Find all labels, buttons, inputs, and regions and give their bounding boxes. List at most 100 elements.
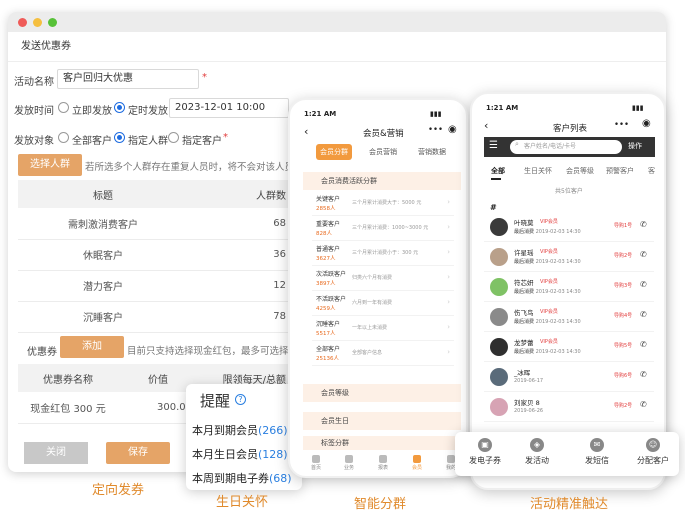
- user-icon: ☺: [646, 438, 660, 452]
- search-icon: ⌕: [515, 140, 519, 148]
- phone-icon: ✆: [640, 310, 647, 319]
- list-item[interactable]: 次活跃客户 3897人 归类六个月有消费 ›: [312, 267, 454, 291]
- tab-business[interactable]: 业务: [339, 455, 359, 471]
- target-specific-radio[interactable]: [168, 132, 179, 143]
- list-item[interactable]: 关键客户 2858人 三个月累计消费大于：5000 元 ›: [312, 192, 454, 216]
- list-item[interactable]: 普通客户 3627人 三个月累计消费小于：300 元 ›: [312, 242, 454, 266]
- avatar: [490, 398, 508, 416]
- tab-home[interactable]: 首页: [306, 455, 326, 471]
- remind-item[interactable]: 本周到期电子券(68): [192, 470, 292, 486]
- chevron-right-icon: ›: [447, 298, 450, 306]
- remind-item[interactable]: 本月到期会员(266): [192, 422, 288, 438]
- segment-marketing-data[interactable]: 营销数据: [412, 144, 452, 160]
- customer-row[interactable]: 伤飞鸟 VIP会员 最后消费 2019-02-03 14:30 导购4号 ✆: [484, 304, 654, 332]
- tab-members[interactable]: 会员: [407, 455, 427, 471]
- phone-icon: ✆: [640, 280, 647, 289]
- save-button[interactable]: 保存: [106, 442, 170, 464]
- table-row[interactable]: 潜力客户 12: [18, 270, 290, 302]
- assign-customer-action[interactable]: ☺ 分配客户: [629, 438, 677, 466]
- caption-birthday-care: 生日关怀: [216, 495, 269, 510]
- menu-icon[interactable]: ☰: [489, 140, 498, 151]
- send-now-label: 立即发放: [72, 106, 112, 117]
- minimize-dot-icon[interactable]: [33, 18, 42, 27]
- tab-birthday[interactable]: 生日关怀: [524, 166, 552, 176]
- target-specific-label: 指定客户: [182, 136, 222, 147]
- send-scheduled-radio[interactable]: [114, 102, 125, 113]
- tab-level[interactable]: 会员等级: [566, 166, 594, 176]
- phone-icon: ✆: [640, 400, 647, 409]
- customer-row[interactable]: 龙梦蕾 VIP会员 最后消费 2019-02-03 14:30 导购5号 ✆: [484, 334, 654, 362]
- operate-menu[interactable]: 操作: [628, 141, 642, 151]
- target-group-label: 指定人群: [128, 136, 168, 147]
- send-now-radio[interactable]: [58, 102, 69, 113]
- table-row[interactable]: 休眠客户 36: [18, 239, 290, 271]
- activity-name-input[interactable]: 客户回归大优惠: [57, 69, 199, 89]
- tab-all[interactable]: 全部: [491, 166, 505, 176]
- customer-row[interactable]: _冰晖 2019-06-17 导购6号 ✆: [484, 364, 654, 392]
- close-button[interactable]: 关闭: [24, 442, 88, 464]
- tab-more[interactable]: 客: [648, 166, 655, 176]
- remind-title: 提醒: [200, 392, 231, 410]
- tab-warning[interactable]: 预警客户: [606, 166, 634, 176]
- page-title: 会员&营销: [363, 129, 404, 139]
- customer-row[interactable]: 叶晓莫 VIP会员 最后消费 2019-02-03 14:30 导购1号 ✆: [484, 214, 654, 242]
- send-activity-action[interactable]: ◈ 发活动: [513, 438, 561, 466]
- table-row[interactable]: 需刺激消费客户 68: [18, 208, 290, 240]
- send-sms-action[interactable]: ✉ 发短信: [573, 438, 621, 466]
- more-icon[interactable]: •••: [614, 120, 629, 130]
- remind-item[interactable]: 本月生日会员(128): [192, 446, 288, 462]
- caption-smart-grouping: 智能分群: [354, 497, 407, 512]
- send-coupon-action[interactable]: ▣ 发电子券: [461, 438, 509, 466]
- target-group-radio[interactable]: [114, 132, 125, 143]
- back-icon[interactable]: ‹: [304, 125, 308, 138]
- remind-popup: 提醒 ? 本月到期会员(266) 本月生日会员(128) 本周到期电子券(68): [186, 384, 302, 490]
- list-item[interactable]: 全部客户 25136人 全部客户信息 ›: [312, 342, 454, 366]
- table-cell: 沉睡客户: [18, 301, 188, 333]
- page-title: 客户列表: [553, 124, 588, 134]
- back-icon[interactable]: ‹: [484, 119, 488, 132]
- chevron-right-icon: ›: [447, 198, 450, 206]
- send-time-label: 发放时间: [14, 106, 54, 117]
- segment-member-marketing[interactable]: 会员营销: [365, 144, 401, 160]
- maximize-dot-icon[interactable]: [48, 18, 57, 27]
- send-datetime-input[interactable]: 2023-12-01 10:00: [169, 98, 289, 118]
- table-cell: 需刺激消费客户: [18, 208, 188, 240]
- table-cell: 休眠客户: [18, 239, 188, 271]
- group-hint: 若所选多个人群存在重复人员时，将不会对该人员: [85, 162, 295, 173]
- send-target-label: 发放对象: [14, 136, 54, 147]
- target-icon[interactable]: ◉: [642, 118, 651, 129]
- close-dot-icon[interactable]: [18, 18, 27, 27]
- required-mark: *: [223, 132, 228, 143]
- coupon-label: 优惠券: [27, 347, 57, 358]
- help-icon[interactable]: ?: [235, 394, 246, 405]
- section-member-birthday[interactable]: 会员生日: [303, 412, 461, 430]
- caption-targeted-coupon: 定向发券: [92, 483, 145, 498]
- avatar: [490, 338, 508, 356]
- tab-reports[interactable]: 报表: [373, 455, 393, 471]
- table-cell: 潜力客户: [18, 270, 188, 302]
- add-coupon-button[interactable]: 添加: [60, 336, 124, 358]
- customer-row[interactable]: 刘家贝 8 2019-06-26 导购2号 ✆: [484, 394, 654, 422]
- target-all-radio[interactable]: [58, 132, 69, 143]
- chevron-right-icon: ›: [447, 248, 450, 256]
- table-cell: 78: [188, 301, 290, 333]
- more-icon[interactable]: •••: [428, 125, 443, 135]
- list-item[interactable]: 不活跃客户 4259人 六月到一年有消费 ›: [312, 292, 454, 316]
- segment-member-groups[interactable]: 会员分群: [316, 144, 352, 160]
- section-activity-groups[interactable]: 会员消费活跃分群: [303, 172, 461, 190]
- list-item[interactable]: 沉睡客户 5517人 一年以上未消费 ›: [312, 317, 454, 341]
- table-row[interactable]: 沉睡客户 78: [18, 301, 290, 333]
- avatar: [490, 248, 508, 266]
- index-letter: #: [490, 203, 497, 212]
- choose-group-button[interactable]: 选择人群: [18, 154, 82, 176]
- section-member-level[interactable]: 会员等级: [303, 384, 461, 402]
- table-header: 人群数: [188, 180, 290, 208]
- list-item[interactable]: 重要客户 828人 三个月累计消费：1000~3000 元 ›: [312, 217, 454, 241]
- avatar: [490, 368, 508, 386]
- search-input[interactable]: 客户姓名/电话/卡号: [510, 140, 622, 154]
- customer-row[interactable]: 符芯妍 VIP会员 最后消费 2019-02-03 14:30 导购3号 ✆: [484, 274, 654, 302]
- section-tag-groups[interactable]: 标签分群: [303, 436, 461, 450]
- target-icon[interactable]: ◉: [448, 124, 457, 135]
- customer-row[interactable]: 许星瑶 VIP会员 最后消费 2019-02-03 14:30 导购2号 ✆: [484, 244, 654, 272]
- battery-icon: ▮▮▮: [632, 104, 644, 112]
